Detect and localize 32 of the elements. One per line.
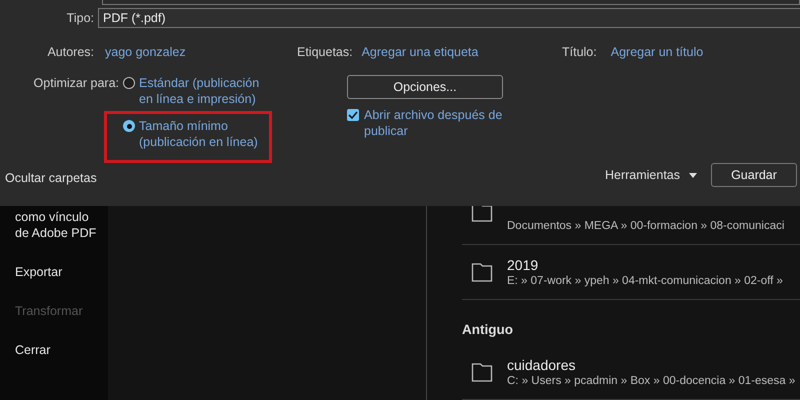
sidebar-item[interactable]: Cerrar (15, 342, 100, 358)
save-button[interactable]: Guardar (711, 163, 797, 187)
caret-icon[interactable] (689, 172, 697, 178)
folder-name[interactable]: 2019 (507, 257, 783, 273)
section-heading: Antiguo (462, 321, 514, 339)
radio-button[interactable] (123, 77, 135, 89)
folder-icon (471, 206, 493, 222)
folder-path: C: » Users » pcadmin » Box » 00-docencia » 01-esesa » (507, 375, 796, 387)
field-value-link[interactable]: yago gonzalez (105, 45, 186, 61)
field-label: Etiquetas: (297, 45, 353, 61)
options-button[interactable]: Opciones... (347, 75, 503, 99)
sidebar-item[interactable]: Exportar (15, 264, 100, 280)
tools-menu[interactable]: Herramientas (604, 168, 680, 182)
radio-button[interactable] (123, 120, 135, 132)
radio-label[interactable]: Estándar (publicación en línea e impresión) (139, 75, 269, 107)
field-label: Título: (562, 45, 597, 61)
checkbox-label[interactable]: Abrir archivo después de publicar (364, 107, 524, 139)
folder-icon (471, 262, 493, 282)
field-value-link[interactable]: Agregar una etiqueta (362, 45, 478, 61)
field-value-link[interactable]: Agregar un título (610, 45, 704, 61)
radio-label[interactable]: Tamaño mínimo (publicación en línea) (139, 118, 269, 150)
type-label: Tipo: (66, 11, 95, 25)
optimize-label: Optimizar para: (32, 75, 120, 92)
folder-icon (471, 362, 493, 382)
folder-name[interactable]: cuidadores (507, 357, 796, 373)
checkbox[interactable] (347, 109, 359, 121)
field-label: Autores: (46, 45, 95, 61)
folder-path: E: » 07-work » ypeh » 04-mkt-comunicacion » 02-off » (507, 275, 783, 287)
type-field[interactable]: PDF (*.pdf) (98, 8, 800, 28)
folder-path: Documentos » MEGA » 00-formacion » 08-comunicaci (507, 220, 784, 232)
hide-folders-link[interactable]: Ocultar carpetas (5, 165, 97, 185)
sidebar-item[interactable]: como vínculo de Adobe PDF (15, 209, 100, 241)
